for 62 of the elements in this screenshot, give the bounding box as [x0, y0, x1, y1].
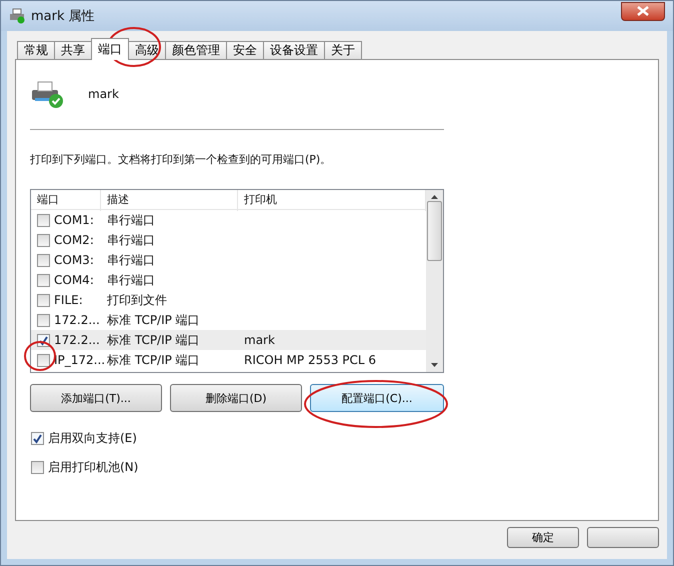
printer-cell-text: RICOH MP 2553 PCL 6 — [243, 353, 378, 367]
tab[interactable]: 端口 — [91, 38, 129, 60]
tab[interactable]: 关于 — [324, 41, 362, 59]
tab[interactable]: 共享 — [54, 41, 92, 59]
port-row[interactable]: FILE: 打印到文件 — [31, 290, 426, 310]
dialog-button[interactable] — [587, 527, 659, 548]
port-name: IP_172... — [54, 353, 106, 367]
port-button[interactable]: 删除端口(D) — [170, 384, 302, 412]
close-icon — [637, 6, 649, 16]
port-row[interactable]: COM3: 串行端口 — [31, 250, 426, 270]
port-name: COM3: — [54, 253, 94, 267]
printer-icon — [9, 8, 25, 24]
printer-name: mark — [88, 87, 119, 101]
option-label[interactable]: 启用双向支持(E) — [48, 430, 137, 447]
port-row[interactable]: 172.2... 标准 TCP/IP 端口 — [31, 310, 426, 330]
printer-cell-text: mark — [243, 333, 276, 347]
port-name: 172.2... — [54, 313, 100, 327]
port-row[interactable]: 172.2... 标准 TCP/IP 端口 mark — [31, 330, 426, 350]
printer-icon — [30, 80, 64, 108]
close-button[interactable] — [621, 2, 665, 20]
checkbox[interactable] — [37, 274, 50, 286]
port-name: FILE: — [54, 293, 83, 307]
port-name: COM2: — [54, 233, 94, 247]
scroll-up-icon — [431, 195, 438, 199]
port-description: 串行端口 — [106, 232, 156, 248]
port-description: 打印到文件 — [106, 292, 168, 308]
checkbox[interactable] — [37, 294, 50, 306]
port-button[interactable]: 配置端口(C)... — [310, 384, 444, 412]
tab[interactable]: 设备设置 — [263, 41, 325, 59]
checkbox[interactable] — [37, 314, 50, 326]
column-header[interactable]: 端口 — [31, 190, 101, 210]
column-header[interactable]: 描述 — [101, 190, 238, 210]
port-description: 标准 TCP/IP 端口 — [106, 332, 201, 348]
instruction-text: 打印到下列端口。文档将打印到第一个检查到的可用端口(P)。 — [30, 152, 332, 167]
port-row[interactable]: IP_172...标准 TCP/IP 端口 RICOH MP 2553 PCL 6 — [31, 350, 426, 370]
port-row[interactable]: COM1: 串行端口 — [31, 210, 426, 230]
tab[interactable]: 常规 — [17, 41, 55, 59]
port-description: 串行端口 — [106, 252, 156, 268]
scrollbar[interactable] — [426, 190, 443, 372]
tab[interactable]: 安全 — [226, 41, 264, 59]
port-row[interactable]: COM4: 串行端口 — [31, 270, 426, 290]
window-title: mark 属性 — [31, 8, 95, 25]
port-description: 串行端口 — [106, 272, 156, 288]
port-description: 标准 TCP/IP 端口 — [106, 312, 201, 328]
checkbox[interactable] — [31, 432, 44, 445]
port-row[interactable]: COM2: 串行端口 — [31, 230, 426, 250]
port-name: COM1: — [54, 213, 94, 227]
scroll-down-icon — [431, 363, 438, 367]
checkbox[interactable] — [37, 254, 50, 266]
option-label[interactable]: 启用打印机池(N) — [48, 459, 138, 476]
highlight-circle — [23, 340, 57, 372]
checkbox[interactable] — [37, 354, 50, 366]
port-name: COM4: — [54, 273, 94, 287]
port-description: 串行端口 — [106, 212, 156, 228]
checkbox[interactable] — [37, 234, 50, 246]
tab[interactable]: 颜色管理 — [165, 41, 227, 59]
port-name: 172.2... — [54, 333, 100, 347]
checkbox[interactable] — [31, 461, 44, 474]
checkbox[interactable] — [37, 214, 50, 226]
scrollbar-thumb[interactable] — [427, 201, 442, 261]
port-button[interactable]: 添加端口(T)... — [30, 384, 162, 412]
ok-button[interactable]: 确定 — [507, 527, 579, 548]
